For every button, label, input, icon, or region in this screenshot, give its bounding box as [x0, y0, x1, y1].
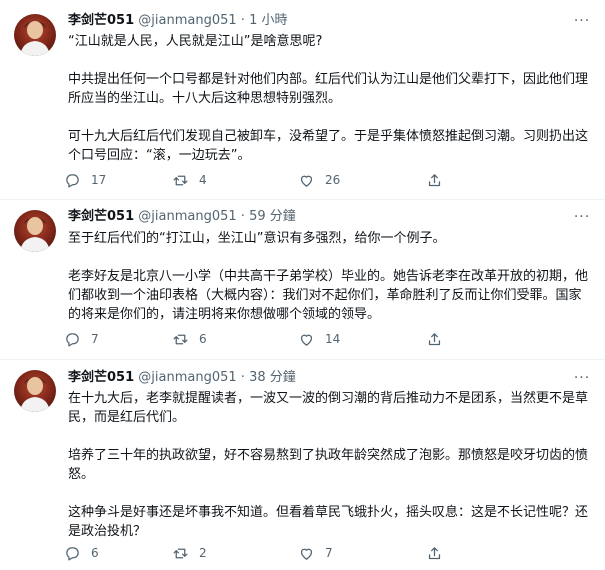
tweet[interactable]: 李剑芒051 @jianmang051 · 59 分鐘 ··· 至于红后代们的“…: [0, 200, 605, 360]
reply-icon: [64, 331, 81, 348]
reply-icon: [64, 545, 81, 562]
retweet-button[interactable]: 6: [172, 331, 298, 348]
tweet-paragraph: “江山就是人民，人民就是江山”是啥意思呢?: [68, 34, 323, 49]
timestamp[interactable]: 38 分鐘: [249, 370, 296, 385]
reply-count: 7: [91, 332, 99, 346]
avatar[interactable]: [14, 14, 56, 56]
tweet-thread: 李剑芒051 @jianmang051 · 1 小時 ··· “江山就是人民，人…: [0, 0, 605, 570]
tweet-actions: 6 2 7: [64, 542, 524, 564]
author-name[interactable]: 李剑芒051: [68, 209, 134, 224]
tweet-actions: 17 4 26: [64, 169, 524, 191]
reply-count: 17: [91, 173, 107, 187]
tweet-paragraph: 中共提出任何一个口号都是针对他们内部。红后代们认为江山是他们父辈打下，因此他们理…: [68, 72, 589, 106]
tweet[interactable]: 李剑芒051 @jianmang051 · 38 分鐘 ··· 在十九大后，老李…: [0, 360, 605, 570]
separator-dot: ·: [240, 370, 245, 385]
tweet-text: 至于红后代们的“打江山，坐江山”意识有多强烈，给你一个例子。 老李好友是北京八一…: [68, 229, 588, 324]
author-handle[interactable]: @jianmang051: [138, 370, 236, 385]
tweet-paragraph: 在十九大后，老李就提醒读者，一波又一波的倒习潮的背后推动力不是团系，当然更不是草…: [68, 391, 589, 425]
share-icon: [426, 545, 443, 562]
share-button[interactable]: [426, 331, 456, 348]
tweet-paragraph: 培养了三十年的执政欲望，好不容易熬到了执政年龄突然成了泡影。那愤怒是咬牙切齿的愤…: [68, 448, 589, 482]
like-count: 26: [325, 173, 341, 187]
timestamp[interactable]: 1 小時: [249, 13, 287, 28]
retweet-icon: [172, 545, 189, 562]
like-icon: [298, 545, 315, 562]
tweet-paragraph: 这种争斗是好事还是坏事我不知道。但看着草民飞蛾扑火，摇头叹息：这是不长记性呢？还…: [68, 505, 589, 539]
avatar[interactable]: [14, 370, 56, 412]
author-name[interactable]: 李剑芒051: [68, 13, 134, 28]
reply-icon: [64, 172, 81, 189]
tweet-paragraph: 可十九大后红后代们发现自己被卸车，没希望了。于是乎集体愤怒推起倒习潮。习则扔出这…: [68, 129, 589, 163]
tweet-text: 在十九大后，老李就提醒读者，一波又一波的倒习潮的背后推动力不是团系，当然更不是草…: [68, 389, 588, 541]
tweet-paragraph: 老李好友是北京八一小学（中共高干子弟学校）毕业的。她告诉老李在改革开放的初期，他…: [68, 269, 589, 322]
retweet-button[interactable]: 4: [172, 172, 298, 189]
separator-dot: ·: [240, 13, 245, 28]
tweet-header: 李剑芒051 @jianmang051 · 1 小時: [68, 12, 287, 30]
retweet-icon: [172, 172, 189, 189]
retweet-button[interactable]: 2: [172, 545, 298, 562]
tweet[interactable]: 李剑芒051 @jianmang051 · 1 小時 ··· “江山就是人民，人…: [0, 0, 605, 200]
separator-dot: ·: [240, 209, 245, 224]
like-icon: [298, 331, 315, 348]
author-handle[interactable]: @jianmang051: [138, 209, 236, 224]
share-icon: [426, 172, 443, 189]
share-button[interactable]: [426, 172, 456, 189]
author-name[interactable]: 李剑芒051: [68, 370, 134, 385]
like-button[interactable]: 7: [298, 545, 426, 562]
more-icon[interactable]: ···: [573, 369, 591, 387]
more-icon[interactable]: ···: [573, 12, 591, 30]
like-button[interactable]: 26: [298, 172, 426, 189]
avatar[interactable]: [14, 210, 56, 252]
reply-button[interactable]: 6: [64, 545, 172, 562]
reply-button[interactable]: 17: [64, 172, 172, 189]
like-count: 14: [325, 332, 341, 346]
more-icon[interactable]: ···: [573, 208, 591, 226]
retweet-icon: [172, 331, 189, 348]
retweet-count: 4: [199, 173, 207, 187]
tweet-header: 李剑芒051 @jianmang051 · 38 分鐘: [68, 369, 296, 387]
tweet-header: 李剑芒051 @jianmang051 · 59 分鐘: [68, 208, 296, 226]
like-count: 7: [325, 546, 333, 560]
tweet-actions: 7 6 14: [64, 328, 524, 350]
share-button[interactable]: [426, 545, 456, 562]
reply-count: 6: [91, 546, 99, 560]
share-icon: [426, 331, 443, 348]
tweet-paragraph: 至于红后代们的“打江山，坐江山”意识有多强烈，给你一个例子。: [68, 231, 446, 246]
timestamp[interactable]: 59 分鐘: [249, 209, 296, 224]
like-icon: [298, 172, 315, 189]
author-handle[interactable]: @jianmang051: [138, 13, 236, 28]
retweet-count: 6: [199, 332, 207, 346]
reply-button[interactable]: 7: [64, 331, 172, 348]
tweet-text: “江山就是人民，人民就是江山”是啥意思呢? 中共提出任何一个口号都是针对他们内部…: [68, 32, 588, 165]
retweet-count: 2: [199, 546, 207, 560]
like-button[interactable]: 14: [298, 331, 426, 348]
